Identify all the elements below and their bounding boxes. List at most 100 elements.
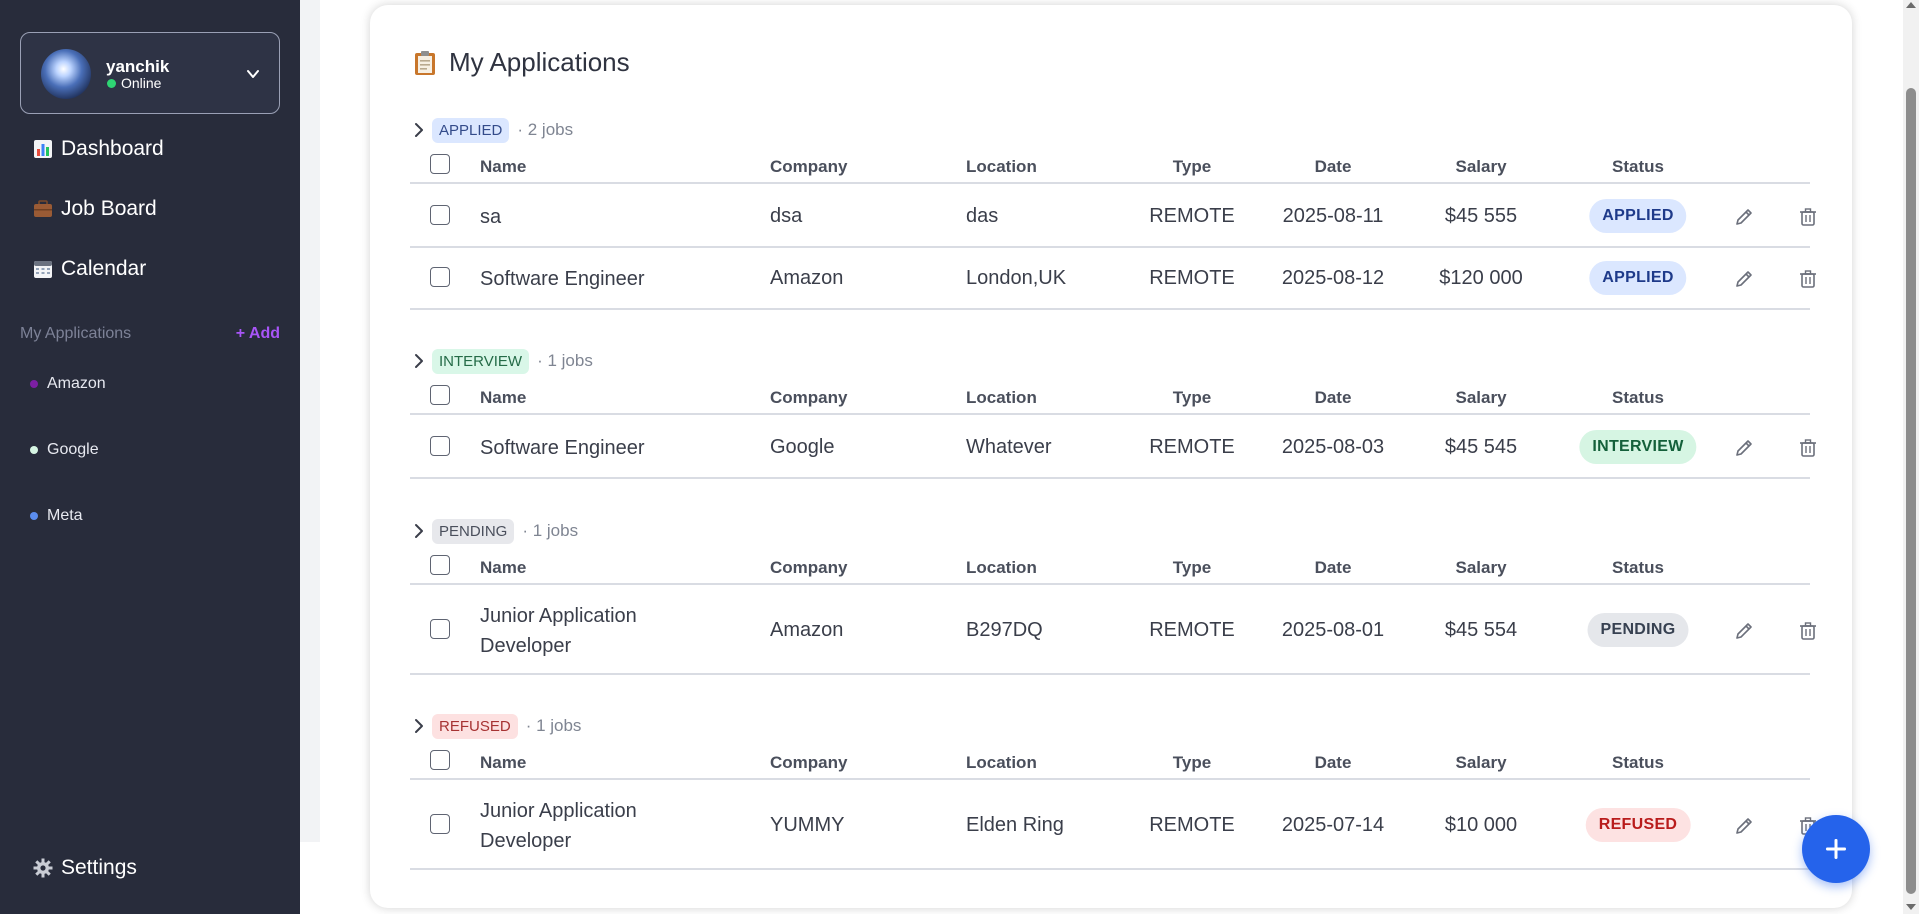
group-status-pill: REFUSED <box>432 713 518 739</box>
column-header-location: Location <box>966 157 1037 176</box>
column-header-company: Company <box>770 157 848 176</box>
page-title: My Applications <box>413 47 630 78</box>
scroll-down-arrow-icon[interactable] <box>1906 904 1916 910</box>
job-company: dsa <box>770 205 803 227</box>
pencil-icon[interactable] <box>1733 437 1755 459</box>
job-type: REMOTE <box>1149 267 1235 289</box>
table-row[interactable]: Junior Application Developer Amazon B297DQ… <box>410 587 1816 675</box>
select-all-checkbox[interactable] <box>430 555 450 575</box>
row-checkbox[interactable] <box>430 267 450 287</box>
clipboard-icon <box>415 50 435 75</box>
table-header-row: Name Company Location Type Date Salary Status <box>410 742 1810 780</box>
status-badge: PENDING <box>1587 613 1689 647</box>
sidebar-item-meta[interactable]: Meta <box>30 507 83 525</box>
column-header-name: Name <box>480 558 527 577</box>
job-location: Whatever <box>966 436 1052 458</box>
job-salary: $120 000 <box>1439 267 1523 289</box>
job-type: REMOTE <box>1149 205 1235 227</box>
job-name: Software Engineer <box>480 268 645 290</box>
scrollbar-thumb[interactable] <box>1906 88 1916 894</box>
add-application-button[interactable]: + Add <box>236 325 280 343</box>
pencil-icon[interactable] <box>1733 268 1755 290</box>
row-checkbox[interactable] <box>430 205 450 225</box>
column-header-type: Type <box>1172 388 1212 407</box>
user-menu[interactable]: yanchik Online <box>20 32 280 114</box>
job-company: Amazon <box>770 267 844 289</box>
column-header-status: Status <box>1612 558 1664 577</box>
column-header-date: Date <box>1314 388 1352 407</box>
column-header-salary: Salary <box>1455 558 1507 577</box>
chevron-right-icon[interactable] <box>410 522 428 540</box>
job-date: 2025-08-01 <box>1281 619 1385 641</box>
sidebar: yanchik Online Dashboard Job Board Calen… <box>0 0 300 914</box>
nav-dashboard[interactable]: Dashboard <box>33 137 164 161</box>
sidebar-item-google[interactable]: Google <box>30 441 99 459</box>
trash-icon[interactable] <box>1797 268 1819 290</box>
column-header-name: Name <box>480 388 527 407</box>
status-badge: APPLIED <box>1589 199 1687 233</box>
job-location: London,UK <box>966 267 1067 289</box>
table-row[interactable]: sa dsa das REMOTE 2025-08-11 $45 555 APPLIED <box>410 186 1816 248</box>
user-status: Online <box>121 75 162 91</box>
online-status-dot <box>107 79 116 88</box>
plus-icon <box>1826 839 1846 859</box>
row-checkbox[interactable] <box>430 619 450 639</box>
sidebar-item-label: Amazon <box>47 375 106 392</box>
column-header-company: Company <box>770 388 848 407</box>
job-location: das <box>966 205 999 227</box>
job-name: Junior Application Developer <box>480 605 637 657</box>
select-all-checkbox[interactable] <box>430 750 450 770</box>
group-header[interactable]: APPLIED · 2 jobs <box>410 116 573 144</box>
scroll-up-arrow-icon[interactable] <box>1906 2 1916 8</box>
chevron-right-icon[interactable] <box>410 352 428 370</box>
status-badge: REFUSED <box>1585 808 1691 842</box>
column-header-name: Name <box>480 157 527 176</box>
job-date: 2025-07-14 <box>1281 814 1385 836</box>
trash-icon[interactable] <box>1797 437 1819 459</box>
chevron-right-icon[interactable] <box>410 121 428 139</box>
add-application-fab[interactable] <box>1802 815 1870 883</box>
nav-settings[interactable]: Settings <box>33 856 137 880</box>
select-all-checkbox[interactable] <box>430 154 450 174</box>
company-color-dot <box>30 380 38 388</box>
chevron-down-icon[interactable] <box>246 67 260 81</box>
column-header-status: Status <box>1612 753 1664 772</box>
calendar-icon <box>34 261 52 278</box>
nav-job-board[interactable]: Job Board <box>33 197 157 221</box>
select-all-checkbox[interactable] <box>430 385 450 405</box>
row-checkbox[interactable] <box>430 814 450 834</box>
group-header[interactable]: INTERVIEW · 1 jobs <box>410 347 593 375</box>
group-job-count: · 1 jobs <box>522 521 579 540</box>
pencil-icon[interactable] <box>1733 620 1755 642</box>
table-row[interactable]: Software Engineer Google Whatever REMOTE 202… <box>410 417 1816 479</box>
chevron-right-icon[interactable] <box>410 717 428 735</box>
column-header-date: Date <box>1314 157 1352 176</box>
bar-chart-icon <box>34 140 52 158</box>
job-date: 2025-08-12 <box>1281 267 1385 289</box>
page-title-text: My Applications <box>449 47 630 77</box>
pencil-icon[interactable] <box>1733 815 1755 837</box>
column-header-type: Type <box>1172 753 1212 772</box>
column-header-salary: Salary <box>1455 388 1507 407</box>
job-salary: $45 555 <box>1444 205 1518 227</box>
job-date: 2025-08-11 <box>1282 205 1384 227</box>
trash-icon[interactable] <box>1797 620 1819 642</box>
column-header-type: Type <box>1172 558 1212 577</box>
group-job-count: · 1 jobs <box>525 716 582 735</box>
job-date: 2025-08-03 <box>1281 436 1385 458</box>
sidebar-item-amazon[interactable]: Amazon <box>30 375 106 393</box>
group-header[interactable]: REFUSED · 1 jobs <box>410 712 581 740</box>
row-checkbox[interactable] <box>430 436 450 456</box>
group-header[interactable]: PENDING · 1 jobs <box>410 517 578 545</box>
nav-calendar[interactable]: Calendar <box>33 257 146 281</box>
status-badge: INTERVIEW <box>1579 430 1697 464</box>
job-salary: $10 000 <box>1444 814 1518 836</box>
pencil-icon[interactable] <box>1733 206 1755 228</box>
table-row[interactable]: Junior Application Developer YUMMY Elden R… <box>410 782 1816 870</box>
column-header-status: Status <box>1612 157 1664 176</box>
trash-icon[interactable] <box>1797 206 1819 228</box>
job-name: sa <box>480 206 502 228</box>
job-type: REMOTE <box>1149 814 1235 836</box>
column-header-date: Date <box>1314 558 1352 577</box>
table-row[interactable]: Software Engineer Amazon London,UK REMOTE 20… <box>410 248 1816 310</box>
